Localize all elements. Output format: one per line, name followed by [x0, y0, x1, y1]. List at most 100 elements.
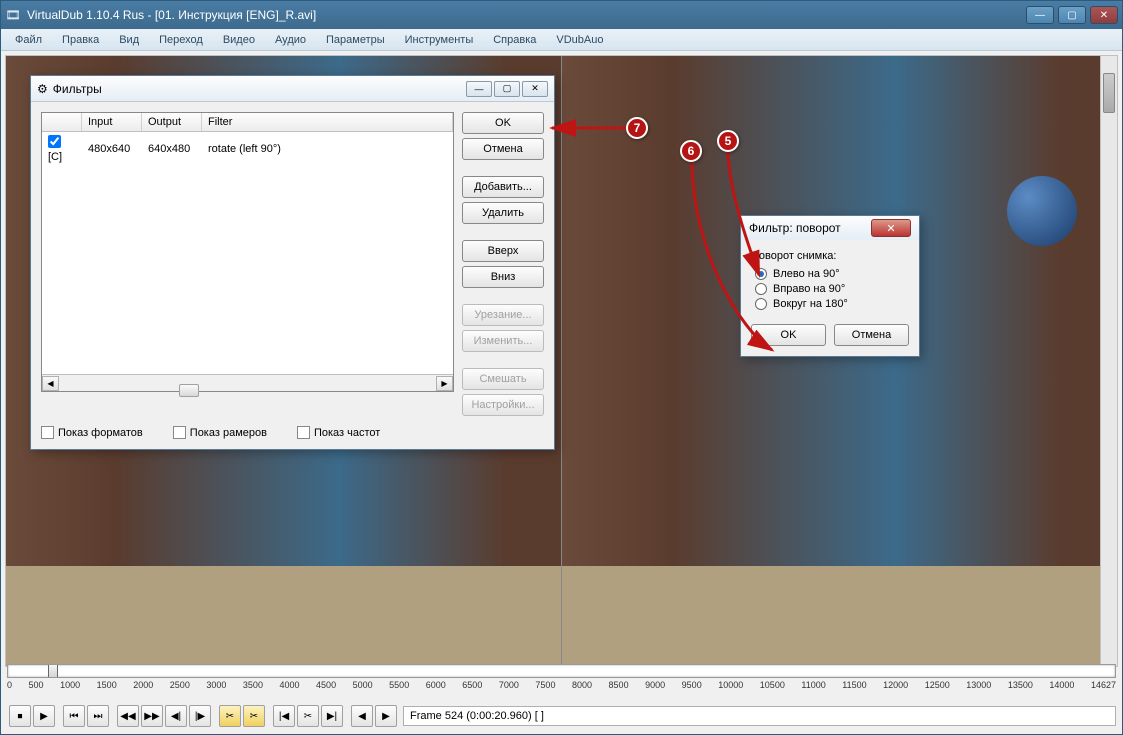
menu-help[interactable]: Справка: [485, 32, 544, 48]
tick-label: 6500: [462, 680, 482, 690]
rotate-ok-button[interactable]: OK: [751, 324, 826, 346]
transport-button-10[interactable]: |◀: [273, 705, 295, 727]
filter-list-hscroll[interactable]: ◀▶: [42, 374, 453, 391]
transport-button-1[interactable]: ▶: [33, 705, 55, 727]
tick-label: 1500: [97, 680, 117, 690]
transport-button-12[interactable]: ▶|: [321, 705, 343, 727]
col-filter: Filter: [202, 113, 453, 131]
tick-label: 2500: [170, 680, 190, 690]
close-button[interactable]: ✕: [1090, 6, 1118, 24]
transport-button-7[interactable]: |▶: [189, 705, 211, 727]
tick-label: 7000: [499, 680, 519, 690]
tick-label: 4000: [279, 680, 299, 690]
menu-tools[interactable]: Инструменты: [397, 32, 482, 48]
transport-button-3[interactable]: ⏭: [87, 705, 109, 727]
timeline-thumb[interactable]: [48, 664, 58, 678]
rotate-group-label: Поворот снимка:: [751, 250, 909, 262]
show-formats-check[interactable]: Показ форматов: [41, 426, 143, 439]
transport-button-9[interactable]: ✂: [243, 705, 265, 727]
annotation-6: 6: [680, 140, 702, 162]
filters-min-button[interactable]: —: [466, 81, 492, 97]
filters-close-button[interactable]: ✕: [522, 81, 548, 97]
cancel-button[interactable]: Отмена: [462, 138, 544, 160]
window-controls: — ▢ ✕: [1026, 6, 1118, 24]
transport-button-13[interactable]: ◀: [351, 705, 373, 727]
tick-label: 8000: [572, 680, 592, 690]
add-button[interactable]: Добавить...: [462, 176, 544, 198]
menu-video[interactable]: Видео: [215, 32, 263, 48]
tick-label: 5000: [353, 680, 373, 690]
output-video-pane: [562, 56, 1118, 666]
show-sizes-check[interactable]: Показ рамеров: [173, 426, 267, 439]
tick-label: 1000: [60, 680, 80, 690]
radio-icon: [755, 283, 767, 295]
filter-list-header: Input Output Filter: [42, 113, 453, 132]
tick-label: 11500: [842, 680, 866, 690]
timeline-track[interactable]: [7, 664, 1116, 678]
filter-row-output: 640x480: [142, 141, 202, 157]
gear-icon: ⚙: [37, 82, 48, 96]
tick-label: 11000: [801, 680, 825, 690]
filter-row-checkbox[interactable]: [48, 135, 61, 148]
filter-list[interactable]: Input Output Filter [C] 480x640 640x480 …: [41, 112, 454, 392]
app-icon: 🎞: [5, 7, 21, 23]
rotate-right-option[interactable]: Вправо на 90°: [755, 283, 909, 295]
transport-button-8[interactable]: ✂: [219, 705, 241, 727]
timeline-ticks: 0500100015002000250030003500400045005000…: [7, 678, 1116, 690]
settings-button[interactable]: Настройки...: [462, 394, 544, 416]
show-freq-check[interactable]: Показ частот: [297, 426, 380, 439]
rotate-left-option[interactable]: Влево на 90°: [755, 268, 909, 280]
filters-dialog-footer: Показ форматов Показ рамеров Показ часто…: [31, 426, 554, 449]
filter-row[interactable]: [C] 480x640 640x480 rotate (left 90°): [42, 132, 453, 166]
annotation-7: 7: [626, 117, 648, 139]
filter-row-input: 480x640: [82, 141, 142, 157]
up-button[interactable]: Вверх: [462, 240, 544, 262]
filters-button-column: OK Отмена Добавить... Удалить Вверх Вниз…: [462, 112, 544, 416]
menu-go[interactable]: Переход: [151, 32, 211, 48]
minimize-button[interactable]: —: [1026, 6, 1054, 24]
config-button[interactable]: Изменить...: [462, 330, 544, 352]
crop-button[interactable]: Урезание...: [462, 304, 544, 326]
transport-button-6[interactable]: ◀|: [165, 705, 187, 727]
tick-label: 12500: [925, 680, 950, 690]
maximize-button[interactable]: ▢: [1058, 6, 1086, 24]
filters-dialog: ⚙ Фильтры — ▢ ✕ Input Output Filter [C] …: [30, 75, 555, 450]
rotate-cancel-button[interactable]: Отмена: [834, 324, 909, 346]
tick-label: 10000: [718, 680, 743, 690]
radio-icon: [755, 298, 767, 310]
menu-view[interactable]: Вид: [111, 32, 147, 48]
transport-button-11[interactable]: ✂: [297, 705, 319, 727]
radio-icon: [755, 268, 767, 280]
window-title: VirtualDub 1.10.4 Rus - [01. Инструкция …: [27, 8, 1026, 22]
tick-label: 14627: [1091, 680, 1116, 690]
rotate-close-button[interactable]: ✕: [871, 219, 911, 237]
rotate-dialog-title: Фильтр: поворот: [749, 221, 841, 235]
menu-file[interactable]: Файл: [7, 32, 50, 48]
transport-button-4[interactable]: ◀◀: [117, 705, 139, 727]
filters-dialog-titlebar[interactable]: ⚙ Фильтры — ▢ ✕: [31, 76, 554, 102]
transport-button-2[interactable]: ⏮: [63, 705, 85, 727]
tick-label: 8500: [609, 680, 629, 690]
tick-label: 0: [7, 680, 12, 690]
transport-button-0[interactable]: ⏹: [9, 705, 31, 727]
ok-button[interactable]: OK: [462, 112, 544, 134]
blend-button[interactable]: Смешать: [462, 368, 544, 390]
menu-edit[interactable]: Правка: [54, 32, 107, 48]
remove-button[interactable]: Удалить: [462, 202, 544, 224]
rotate-180-option[interactable]: Вокруг на 180°: [755, 298, 909, 310]
transport-button-14[interactable]: ▶: [375, 705, 397, 727]
tick-label: 500: [29, 680, 44, 690]
transport-button-5[interactable]: ▶▶: [141, 705, 163, 727]
filters-max-button[interactable]: ▢: [494, 81, 520, 97]
tick-label: 6000: [426, 680, 446, 690]
vertical-scrollbar[interactable]: [1100, 56, 1117, 666]
tick-label: 12000: [883, 680, 908, 690]
menu-vdubauo[interactable]: VDubAuo: [548, 32, 611, 48]
rotate-dialog-titlebar[interactable]: Фильтр: поворот ✕: [741, 216, 919, 240]
down-button[interactable]: Вниз: [462, 266, 544, 288]
filters-dialog-title: Фильтры: [53, 82, 102, 96]
tick-label: 2000: [133, 680, 153, 690]
frame-status: Frame 524 (0:00:20.960) [ ]: [403, 706, 1116, 726]
menu-audio[interactable]: Аудио: [267, 32, 314, 48]
menu-options[interactable]: Параметры: [318, 32, 393, 48]
